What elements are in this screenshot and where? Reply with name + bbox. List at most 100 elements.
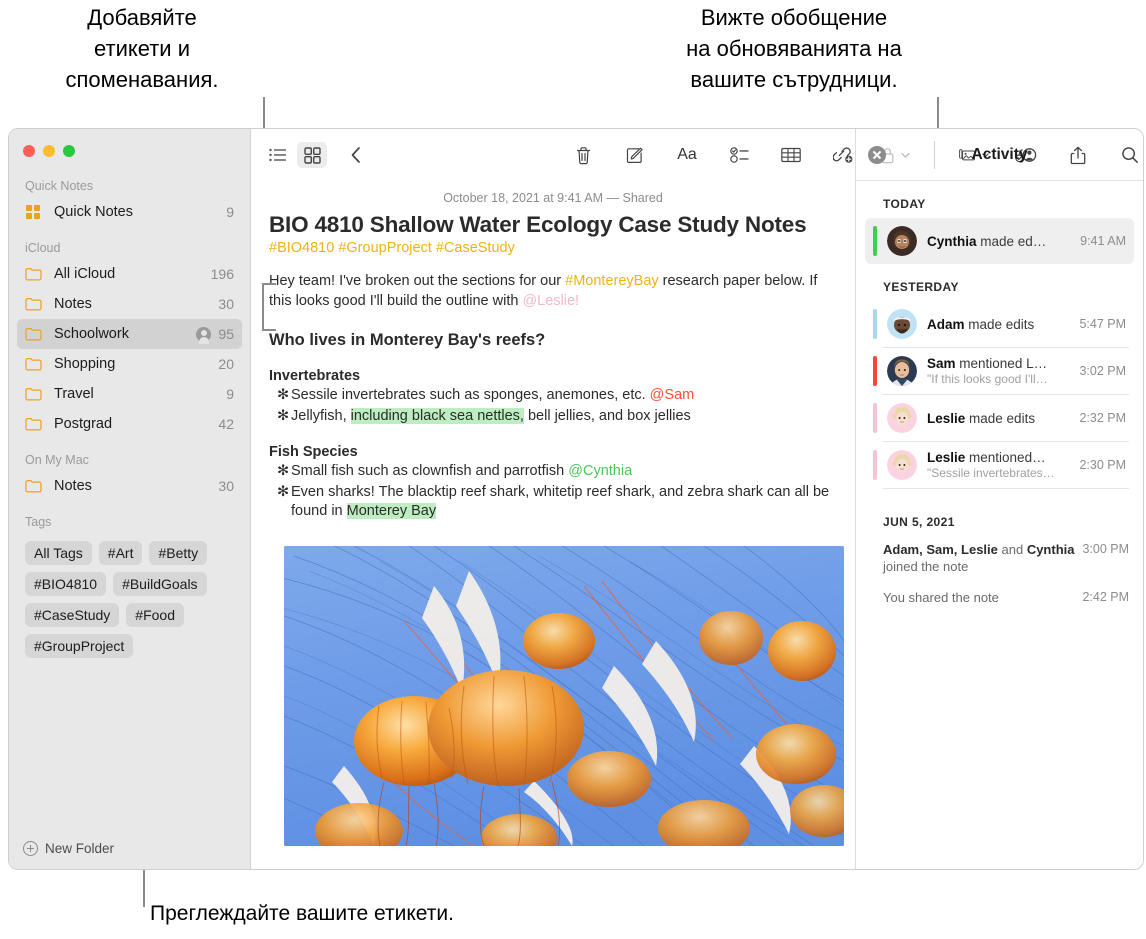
toolbar: Aa — [251, 129, 1138, 181]
list-item: ✻ Jellyfish, including black sea nettles… — [269, 407, 837, 427]
activity-item-action: made edits — [964, 316, 1035, 332]
bullet-text: Jellyfish, including black sea nettles, … — [291, 407, 837, 427]
activity-joined-mid: and — [997, 542, 1027, 557]
sidebar-group-quicknotes: Quick Notes Quick Notes 9 — [9, 179, 250, 227]
window-controls[interactable] — [9, 129, 250, 157]
activity-color-bar — [873, 403, 877, 433]
close-icon[interactable] — [868, 145, 886, 164]
activity-item-leslie-edits[interactable]: Leslie made edits 2:32 PM — [865, 395, 1134, 441]
sidebar: Quick Notes Quick Notes 9 iCloud All iCl… — [9, 129, 251, 869]
activity-list[interactable]: TODAY Cynthia made ed… 9:41 AM YESTERDAY — [856, 181, 1143, 869]
activity-item-text: Leslie mentioned… "Sessile invertebrates… — [927, 450, 1073, 480]
activity-item-time: 9:41 AM — [1080, 234, 1126, 248]
activity-item-action: mentioned L… — [955, 356, 1048, 371]
back-chevron-icon[interactable] — [341, 142, 371, 168]
zoom-button[interactable] — [63, 145, 75, 157]
avatar — [887, 309, 917, 339]
gallery-view-icon[interactable] — [297, 142, 327, 168]
callout-left-text: Добавяйте етикети и споменавания. — [65, 5, 219, 92]
activity-color-bar — [873, 450, 877, 480]
sidebar-item-label: Quick Notes — [54, 204, 133, 220]
avatar — [887, 226, 917, 256]
tag-chip-art[interactable]: #Art — [98, 541, 143, 565]
link-icon[interactable] — [828, 142, 858, 168]
activity-joined-names: Adam, Sam, Leslie — [883, 542, 998, 557]
sidebar-group-icloud: iCloud All iCloud 196 Notes 30 Schoolwor… — [9, 241, 250, 439]
sidebar-item-shopping[interactable]: Shopping 20 — [17, 349, 242, 379]
new-folder-button[interactable]: New Folder — [9, 827, 250, 869]
avatar — [887, 356, 917, 386]
activity-item-line1: Cynthia made ed… — [927, 234, 1074, 249]
sidebar-item-label: Travel — [54, 386, 94, 402]
activity-color-bar — [873, 356, 877, 386]
activity-joined-text: Adam, Sam, Leslie and Cynthia joined the… — [883, 541, 1076, 575]
bullet-mention[interactable]: @Sam — [650, 387, 695, 403]
sidebar-item-label: Postgrad — [54, 416, 113, 432]
activity-item-time: 5:47 PM — [1079, 317, 1126, 331]
activity-item-name: Sam — [927, 356, 956, 371]
activity-item-adam[interactable]: Adam made edits 5:47 PM — [865, 301, 1134, 347]
activity-joined-row: Adam, Sam, Leslie and Cynthia joined the… — [856, 536, 1143, 580]
activity-item-text: Cynthia made ed… — [927, 234, 1074, 249]
activity-header: Activity — [856, 129, 1143, 181]
callout-right-text: Вижте обобщение на обновяванията на ваши… — [686, 5, 902, 92]
sidebar-item-label: Shopping — [54, 356, 116, 372]
note-title: BIO 4810 Shallow Water Ecology Case Stud… — [269, 212, 807, 237]
note-body: BIO 4810 Shallow Water Ecology Case Stud… — [251, 212, 855, 846]
activity-item-time: 2:30 PM — [1079, 458, 1126, 472]
format-label: Aa — [677, 146, 697, 163]
sidebar-item-schoolwork[interactable]: Schoolwork 95 — [17, 319, 242, 349]
tag-chip-bio4810[interactable]: #BIO4810 — [25, 572, 107, 596]
bullet-text: Small fish such as clownfish and parrotf… — [291, 462, 837, 482]
sidebar-group-onmymac: On My Mac Notes 30 — [9, 453, 250, 501]
activity-item-action: made ed… — [976, 233, 1047, 249]
note-content[interactable]: October 18, 2021 at 9:41 AM — Shared BIO… — [251, 181, 855, 869]
bullet-mention[interactable]: @Cynthia — [568, 463, 632, 479]
sidebar-item-notes-icloud[interactable]: Notes 30 — [17, 289, 242, 319]
checklist-icon[interactable] — [724, 142, 754, 168]
tag-chip-betty[interactable]: #Betty — [149, 541, 208, 565]
avatar — [887, 403, 917, 433]
list-view-icon[interactable] — [263, 142, 293, 168]
sidebar-group-tags: Tags All Tags #Art #Betty #BIO4810 #Buil… — [9, 515, 250, 658]
sidebar-item-quick-notes[interactable]: Quick Notes 9 — [17, 197, 242, 227]
list-item: ✻ Sessile invertebrates such as sponges,… — [269, 386, 837, 406]
tag-chip-groupproject[interactable]: #GroupProject — [25, 634, 134, 658]
note-attachment-image[interactable] — [284, 545, 844, 846]
bullet-highlight: Monterey Bay — [346, 503, 437, 519]
activity-item-line1: Adam made edits — [927, 317, 1073, 332]
table-icon[interactable] — [776, 142, 806, 168]
note-panel: Aa October 18, 2021 at 9:41 AM — Shared … — [251, 129, 1138, 869]
sidebar-item-postgrad[interactable]: Postgrad 42 — [17, 409, 242, 439]
list-item: ✻ Even sharks! The blacktip reef shark, … — [269, 483, 837, 522]
intro-mention[interactable]: @Leslie! — [522, 293, 579, 309]
sidebar-tags-title: Tags — [25, 515, 52, 529]
folder-icon — [25, 356, 45, 372]
minimize-button[interactable] — [43, 145, 55, 157]
sidebar-item-all-icloud[interactable]: All iCloud 196 — [17, 259, 242, 289]
note-date: October 18, 2021 at 9:41 AM — Shared — [443, 191, 663, 205]
activity-item-sam[interactable]: Sam mentioned L… "If this looks good I'l… — [865, 348, 1134, 394]
activity-item-quote: "If this looks good I'll… — [927, 372, 1048, 386]
format-icon[interactable]: Aa — [672, 142, 702, 168]
sidebar-group-title: Quick Notes — [25, 179, 94, 193]
bullet-pre: Jellyfish, — [291, 407, 351, 424]
compose-icon[interactable] — [620, 142, 650, 168]
tag-chip-food[interactable]: #Food — [126, 603, 184, 627]
note-subheading-fish-species: Fish Species — [269, 444, 358, 460]
activity-item-time: 2:32 PM — [1079, 411, 1126, 425]
close-button[interactable] — [23, 145, 35, 157]
tag-chip-all-tags[interactable]: All Tags — [25, 541, 92, 565]
sidebar-item-travel[interactable]: Travel 9 — [17, 379, 242, 409]
trash-icon[interactable] — [568, 142, 598, 168]
activity-item-line1: Sam mentioned L… — [927, 356, 1073, 371]
intro-tag[interactable]: #MontereyBay — [565, 273, 659, 289]
activity-item-cynthia[interactable]: Cynthia made ed… 9:41 AM — [865, 218, 1134, 264]
activity-item-leslie-mention[interactable]: Leslie mentioned… "Sessile invertebrates… — [865, 442, 1134, 488]
sidebar-item-count: 42 — [218, 416, 234, 432]
notes-window: Quick Notes Quick Notes 9 iCloud All iCl… — [8, 128, 1144, 870]
tag-chip-casestudy[interactable]: #CaseStudy — [25, 603, 120, 627]
activity-shared-row: You shared the note 2:42 PM — [856, 580, 1143, 611]
sidebar-item-notes-local[interactable]: Notes 30 — [17, 471, 242, 501]
tag-chip-buildgoals[interactable]: #BuildGoals — [113, 572, 207, 596]
